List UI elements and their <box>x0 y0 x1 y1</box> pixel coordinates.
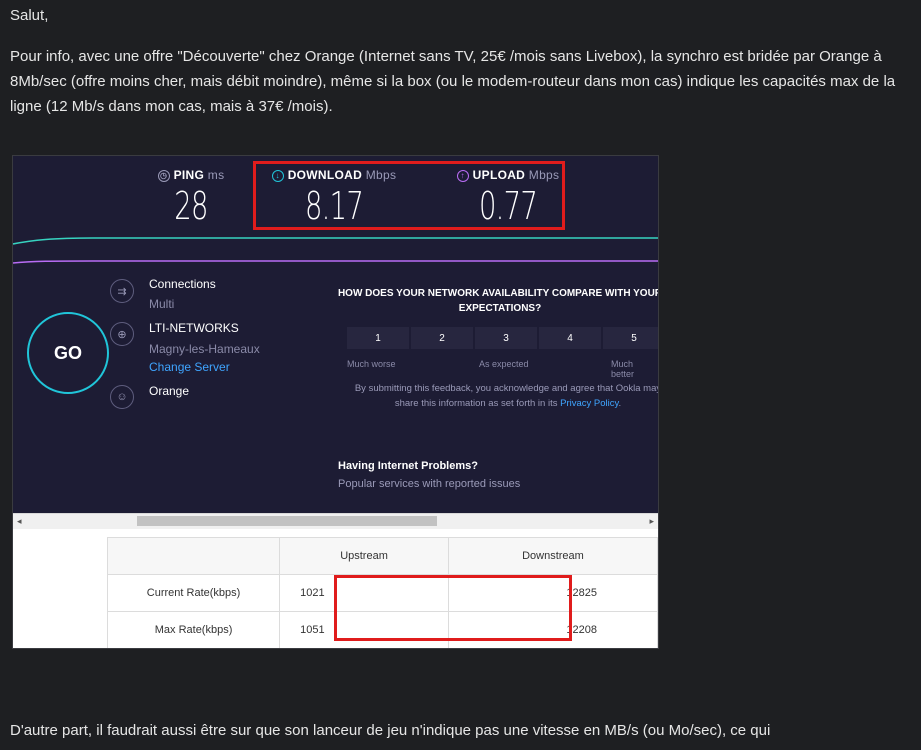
problems-title: Having Internet Problems? <box>338 460 478 472</box>
highlight-box-rates <box>334 575 572 641</box>
forum-post: Salut, Pour info, avec une offre "Découv… <box>0 0 921 750</box>
scale-option-1[interactable]: 1 <box>347 327 409 349</box>
horizontal-scrollbar[interactable]: ◂ ▸ <box>13 513 658 530</box>
embedded-screenshot[interactable]: ◷ PING ms 28 ↓ DOWNLOAD Mbps 8.17 ↑ UPLOAD … <box>12 155 659 649</box>
scale-option-2[interactable]: 2 <box>411 327 473 349</box>
scroll-right-icon[interactable]: ▸ <box>649 514 654 529</box>
ping-label: PING <box>173 168 205 182</box>
scale-low-label: Much worse <box>347 359 396 369</box>
server-name: LTI-NETWORKS <box>149 321 239 335</box>
disclaimer-end: . <box>618 398 622 409</box>
scale-option-4[interactable]: 4 <box>539 327 601 349</box>
globe-icon: ⊕ <box>110 322 134 346</box>
ping-icon: ◷ <box>157 169 170 182</box>
row-label: Current Rate(kbps) <box>106 574 281 612</box>
privacy-policy-link[interactable]: Privacy Policy <box>560 398 618 409</box>
connections-value[interactable]: Multi <box>149 297 174 311</box>
speedtest-panel: ◷ PING ms 28 ↓ DOWNLOAD Mbps 8.17 ↑ UPLOAD … <box>13 156 658 514</box>
header-label <box>106 537 281 575</box>
survey-scale: 1 2 3 4 5 <box>347 327 658 351</box>
post-greeting: Salut, <box>10 7 49 24</box>
survey-question: HOW DOES YOUR NETWORK AVAILABILITY COMPA… <box>337 288 659 314</box>
connections-label: Connections <box>149 277 216 291</box>
header-upstream: Upstream <box>279 537 449 575</box>
scale-mid-label: As expected <box>479 359 529 369</box>
router-stats-panel: Upstream Downstream Current Rate(kbps) 1… <box>13 529 658 648</box>
ping-metric: ◷ PING ms 28 <box>141 168 241 228</box>
go-label: GO <box>53 342 82 363</box>
highlight-box-speed <box>253 161 565 230</box>
post-paragraph: Pour info, avec une offre "Découverte" c… <box>10 48 896 115</box>
connections-icon: ⇉ <box>110 279 134 303</box>
scale-option-5[interactable]: 5 <box>603 327 658 349</box>
server-location: Magny-les-Hameaux <box>149 342 260 356</box>
post-paragraph-next: D'autre part, il faudrait aussi être sur… <box>10 722 771 739</box>
ping-unit: ms <box>207 168 225 182</box>
isp-name: Orange <box>149 384 190 398</box>
ping-value: 28 <box>174 184 208 228</box>
table-header-row: Upstream Downstream <box>106 537 658 575</box>
download-graph-line <box>13 237 658 245</box>
upload-graph-line <box>13 260 658 264</box>
user-icon: ☺ <box>110 385 134 409</box>
scroll-left-icon[interactable]: ◂ <box>17 514 22 529</box>
row-label: Max Rate(kbps) <box>106 611 281 648</box>
scrollbar-thumb[interactable] <box>137 516 437 526</box>
speed-graph <box>13 237 658 264</box>
feedback-disclaimer: By submitting this feedback, you acknowl… <box>343 381 658 411</box>
scale-high-label: Much better <box>611 359 635 379</box>
go-button[interactable]: GO <box>27 312 109 394</box>
scale-option-3[interactable]: 3 <box>475 327 537 349</box>
problems-subtitle: Popular services with reported issues <box>338 478 521 490</box>
change-server-link[interactable]: Change Server <box>149 360 230 374</box>
header-downstream: Downstream <box>447 537 658 575</box>
